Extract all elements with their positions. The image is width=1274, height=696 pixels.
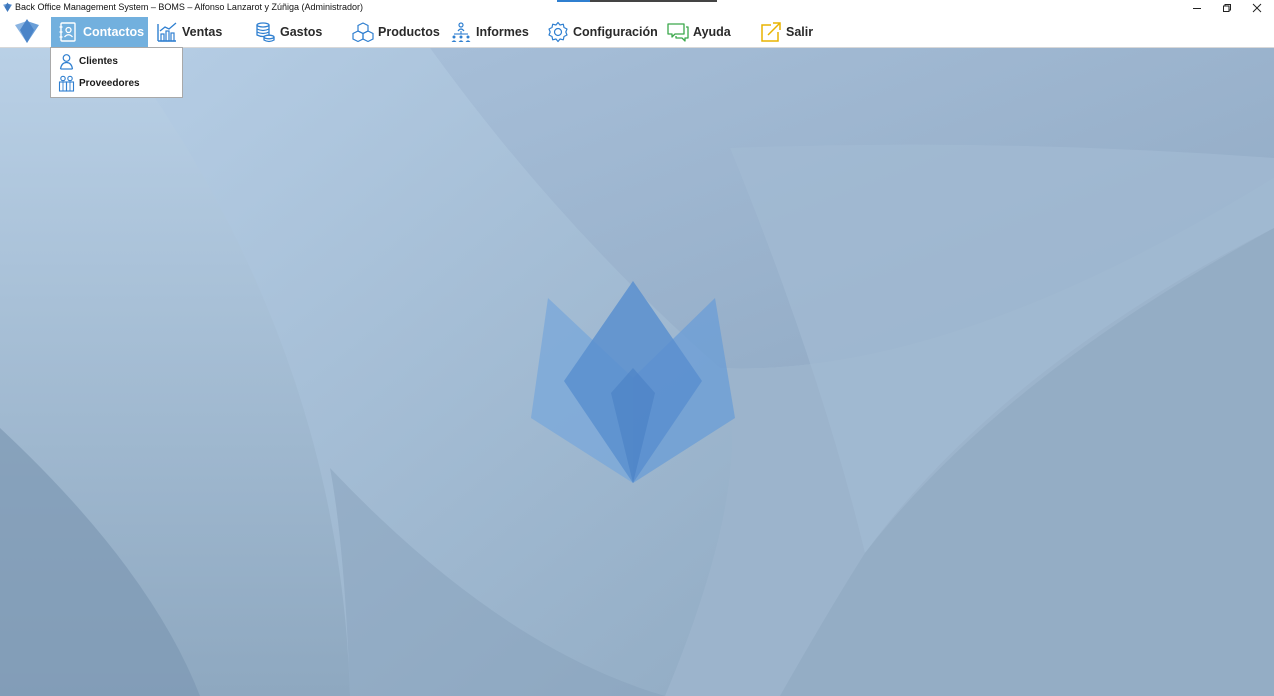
client-icon — [59, 53, 74, 70]
menu-configuracion-label: Configuración — [573, 25, 658, 39]
submenu-clientes-label: Clientes — [79, 55, 118, 67]
boxes-icon — [352, 22, 374, 43]
minimize-button[interactable] — [1182, 0, 1212, 15]
gear-icon — [548, 21, 568, 43]
menu-informes-label: Informes — [476, 25, 529, 39]
menu-informes[interactable]: Informes — [444, 17, 532, 47]
menu-ventas-label: Ventas — [182, 25, 223, 39]
titlebar-accent — [557, 0, 717, 2]
app-logo-icon — [3, 2, 12, 12]
title-bar: Back Office Management System – BOMS – A… — [0, 0, 1274, 15]
chat-bubble-icon — [667, 23, 689, 42]
reports-people-icon — [451, 22, 471, 42]
coins-stack-icon — [256, 22, 275, 43]
menu-contactos[interactable]: Contactos — [51, 17, 148, 47]
menu-gastos[interactable]: Gastos — [248, 17, 336, 47]
contacts-icon — [59, 22, 76, 42]
menu-gastos-label: Gastos — [280, 25, 323, 39]
menu-configuracion[interactable]: Configuración — [541, 17, 658, 47]
menu-ventas[interactable]: Ventas — [150, 17, 236, 47]
submenu-proveedores-label: Proveedores — [79, 77, 140, 89]
menu-ayuda-label: Ayuda — [693, 25, 731, 39]
menu-productos[interactable]: Productos — [346, 17, 442, 47]
sales-chart-icon — [157, 22, 177, 42]
window-title: Back Office Management System – BOMS – A… — [15, 2, 363, 12]
submenu-clientes[interactable]: Clientes — [58, 52, 118, 70]
contactos-dropdown: Clientes Proveedores — [50, 47, 183, 98]
restore-icon — [1223, 3, 1231, 12]
minimize-icon — [1193, 7, 1201, 9]
menu-productos-label: Productos — [378, 25, 440, 39]
menu-salir[interactable]: Salir — [754, 17, 824, 47]
app-logo-icon[interactable] — [13, 17, 41, 45]
desktop-background — [0, 48, 1274, 696]
close-icon — [1252, 3, 1262, 12]
submenu-proveedores[interactable]: Proveedores — [58, 74, 140, 92]
menu-contactos-label: Contactos — [83, 25, 145, 39]
close-button[interactable] — [1242, 0, 1272, 15]
exit-icon — [761, 22, 781, 42]
menu-salir-label: Salir — [786, 25, 814, 39]
suppliers-icon — [58, 75, 75, 92]
restore-button[interactable] — [1212, 0, 1242, 15]
menu-ayuda[interactable]: Ayuda — [661, 17, 741, 47]
menu-bar: Contactos Ventas Gastos Productos Inform… — [0, 15, 1274, 48]
